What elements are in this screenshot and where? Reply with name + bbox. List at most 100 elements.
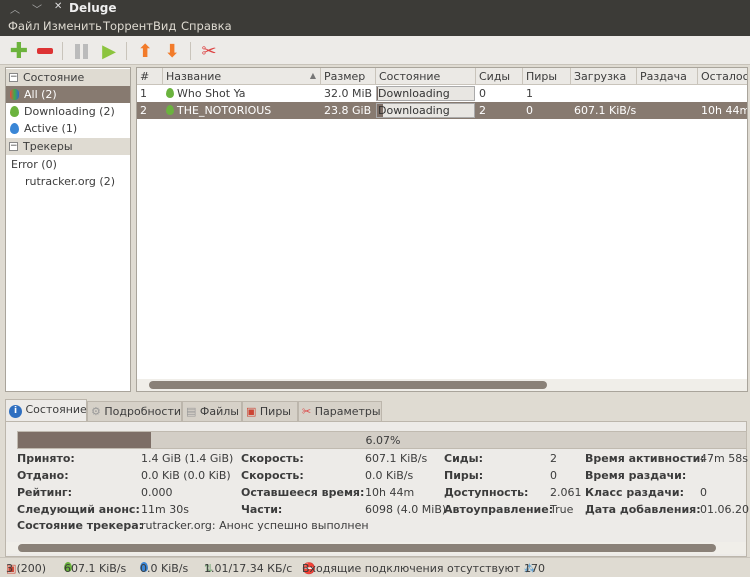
row-peers: 0 (526, 104, 533, 117)
tab-status[interactable]: i Состояние (5, 399, 87, 422)
row-progress: Downloading 0.20% (376, 86, 475, 101)
scrollbar-thumb[interactable] (18, 544, 716, 552)
detail-label-auto-managed: Автоуправление: (444, 503, 554, 516)
tab-peers[interactable]: ▣ Пиры (242, 401, 298, 421)
resume-icon[interactable]: ▶ (98, 40, 120, 62)
upload-speed-value: 0.0 KiB/s (140, 562, 189, 575)
detail-label-seeds: Сиды: (444, 452, 484, 465)
menu-edit[interactable]: Изменить (43, 19, 102, 33)
preferences-icon: ✂ (302, 405, 312, 418)
row-seeds: 0 (479, 87, 486, 100)
torrent-list: # Название ▲ Размер Состояние Сиды Пиры З… (136, 67, 748, 392)
minimize-button[interactable]: ﹀ (32, 1, 42, 16)
detail-value-ratio: 0.000 (141, 486, 173, 499)
detail-label-speed-up: Скорость: (241, 469, 304, 482)
sidebar-item-label: rutracker.org (2) (25, 175, 115, 188)
preferences-icon[interactable]: ✂ (198, 40, 220, 62)
detail-label-seed-rank: Класс раздачи: (585, 486, 684, 499)
column-number[interactable]: # (137, 68, 163, 85)
column-peers[interactable]: Пиры (523, 68, 571, 85)
detail-value-tracker-status: rutracker.org: Анонс успешно выполнен (141, 519, 369, 532)
sidebar-item-error[interactable]: Error (0) (6, 156, 130, 173)
menu-help[interactable]: Справка (181, 19, 232, 33)
tab-label: Пиры (259, 405, 291, 418)
menu-torrent[interactable]: Торрент (103, 19, 153, 33)
connections-value: 3 (200) (6, 562, 47, 575)
sidebar-item-rutracker[interactable]: rutracker.org (2) (6, 173, 130, 190)
tab-details[interactable]: ⚙ Подробности (87, 401, 182, 421)
column-name[interactable]: Название ▲ (163, 68, 321, 85)
torrent-row[interactable]: 1 Who Shot Ya 32.0 MiB Downloading 0.20%… (137, 85, 747, 102)
column-seeds[interactable]: Сиды (476, 68, 523, 85)
maximize-button[interactable]: ︿ (10, 1, 20, 16)
row-number: 2 (140, 104, 147, 117)
sort-ascending-icon: ▲ (309, 71, 316, 80)
close-button[interactable]: ✕ (54, 1, 62, 12)
detail-label-date-added: Дата добавления: (585, 503, 701, 516)
row-number: 1 (140, 87, 147, 100)
detail-value-seed-rank: 0 (700, 486, 707, 499)
detail-label-next-announce: Следующий анонс: (17, 503, 140, 516)
window-title: Deluge (69, 1, 117, 15)
state-header[interactable]: − Состояние (6, 69, 130, 86)
add-icon[interactable]: ✚ (8, 39, 30, 64)
downloading-icon (166, 88, 174, 98)
tab-files[interactable]: ▤ Файлы (182, 401, 242, 421)
sidebar-item-label: Downloading (2) (24, 105, 115, 118)
pause-icon[interactable] (70, 40, 92, 62)
torrent-progress-bar: 6.07% (17, 431, 747, 449)
tab-label: Параметры (314, 405, 381, 418)
row-eta: 10h 44m (701, 104, 748, 117)
menu-file[interactable]: Файл (8, 19, 40, 33)
detail-label-ratio: Рейтинг: (17, 486, 73, 499)
row-state: Downloading 0.20% (378, 87, 450, 100)
row-name-text: THE_NOTORIOUS (177, 104, 272, 117)
files-icon: ▤ (186, 405, 197, 418)
separator (126, 42, 127, 60)
menu-view[interactable]: Вид (153, 19, 176, 33)
detail-label-seed-time: Время раздачи: (585, 469, 687, 482)
queue-down-icon[interactable]: ⬇ (161, 40, 183, 62)
list-horizontal-scrollbar[interactable] (137, 379, 747, 391)
detail-label-active-time: Время активности: (585, 452, 705, 465)
row-download: 607.1 KiB/s (574, 104, 637, 117)
sidebar-item-all[interactable]: All (2) (6, 86, 130, 103)
toolbar: ✚ ▶ ⬆ ⬇ ✂ (0, 36, 750, 65)
progress-text: 6.07% (365, 434, 401, 447)
menu-bar: Файл Изменить Торрент Вид Справка (0, 17, 750, 36)
sidebar-item-downloading[interactable]: Downloading (2) (6, 103, 130, 120)
column-download[interactable]: Загрузка (571, 68, 637, 85)
column-size[interactable]: Размер (321, 68, 376, 85)
row-name: Who Shot Ya (166, 87, 246, 100)
tab-label: Состояние (25, 403, 87, 416)
separator (190, 42, 191, 60)
queue-up-icon[interactable]: ⬆ (134, 40, 156, 62)
active-icon (10, 123, 19, 134)
column-upload[interactable]: Раздача (637, 68, 698, 85)
download-speed-value: 607.1 KiB/s (64, 562, 127, 575)
row-name: THE_NOTORIOUS (166, 104, 271, 117)
detail-value-received: 1.4 GiB (1.4 GiB) (141, 452, 234, 465)
trackers-header-label: Трекеры (23, 140, 73, 153)
tab-options[interactable]: ✂ Параметры (298, 401, 382, 421)
scrollbar-thumb[interactable] (149, 381, 547, 389)
details-horizontal-scrollbar[interactable] (6, 542, 746, 554)
sidebar-item-label: Active (1) (24, 122, 78, 135)
detail-value-sent: 0.0 KiB (0.0 KiB) (141, 469, 231, 482)
torrent-row[interactable]: 2 THE_NOTORIOUS 23.8 GiB Downloading 6.0… (137, 102, 748, 119)
column-eta[interactable]: Осталось (698, 68, 747, 85)
detail-label-sent: Отдано: (17, 469, 69, 482)
sidebar-item-active[interactable]: Active (1) (6, 120, 130, 137)
row-progress: Downloading 6.07% (376, 103, 475, 118)
peers-icon: ▣ (246, 405, 257, 418)
trackers-header[interactable]: − Трекеры (6, 138, 130, 155)
incoming-status-text: Входящие подключения отсутствуют (302, 562, 521, 575)
detail-label-pieces: Части: (241, 503, 283, 516)
remove-icon[interactable] (34, 40, 56, 62)
detail-value-date-added: 01.06.201 (700, 503, 750, 516)
row-size: 23.8 GiB (324, 104, 372, 117)
column-name-label: Название (166, 70, 222, 83)
dht-value: 170 (524, 562, 545, 575)
state-header-label: Состояние (23, 71, 85, 84)
column-state[interactable]: Состояние (376, 68, 476, 85)
